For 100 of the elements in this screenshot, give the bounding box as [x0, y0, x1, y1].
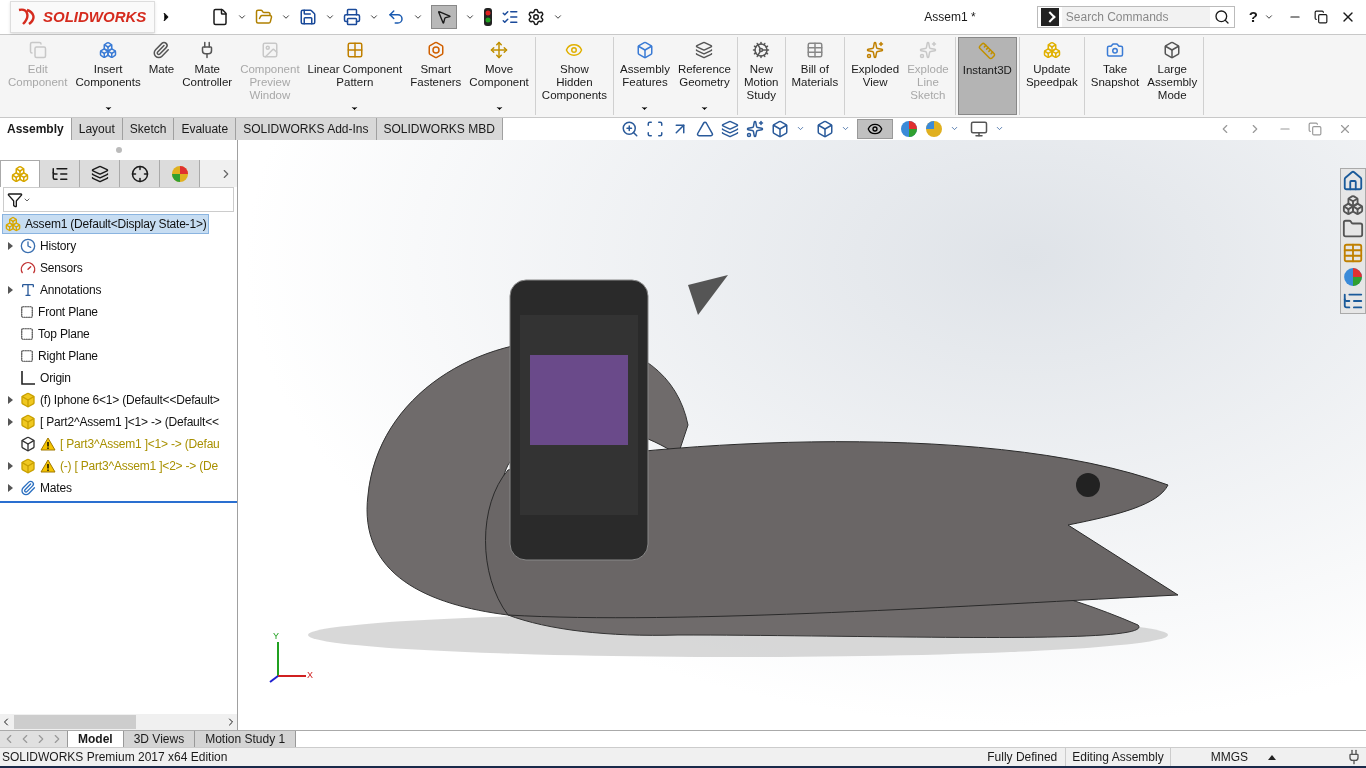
command-tab[interactable]: Layout: [71, 118, 123, 140]
save-icon[interactable]: [299, 8, 317, 26]
ribbon-button[interactable]: Take Snapshot: [1086, 37, 1144, 115]
zoom-to-fit-icon[interactable]: [620, 119, 639, 138]
display-style-icon[interactable]: [815, 119, 834, 138]
search-icon[interactable]: [1213, 9, 1230, 25]
appearance-icon[interactable]: [899, 119, 918, 138]
configuration-icon: [90, 164, 109, 183]
view-monitor-icon[interactable]: [969, 119, 988, 138]
expand-arrow-icon[interactable]: [7, 286, 13, 294]
ribbon-button[interactable]: Show Hidden Components: [537, 37, 612, 115]
tree-item[interactable]: Assem1 (Default<Display State-1>): [2, 214, 210, 234]
select-tool-button[interactable]: [431, 5, 457, 29]
home-icon[interactable]: [1342, 170, 1364, 192]
ribbon-tool-icon: [1042, 41, 1061, 59]
model-tab[interactable]: Motion Study 1: [195, 731, 297, 747]
list-options-icon[interactable]: [501, 8, 519, 26]
status-edition-text: SOLIDWORKS Premium 2017 x64 Edition: [2, 749, 228, 766]
tree-item[interactable]: Top Plane: [20, 324, 92, 344]
command-tab[interactable]: Sketch: [122, 118, 175, 140]
filter-icon[interactable]: [7, 191, 23, 208]
dimxpert-tab[interactable]: [120, 160, 160, 187]
ribbon-tool-icon: [28, 41, 47, 59]
ribbon-button[interactable]: Assembly Features: [616, 37, 674, 115]
origin-axes-icon: [20, 370, 36, 386]
view-orientation-icon[interactable]: [770, 119, 789, 138]
ribbon-button[interactable]: Insert Components: [71, 37, 145, 115]
expand-arrow-icon[interactable]: [7, 484, 13, 492]
ribbon-tool-icon: [1106, 41, 1124, 59]
ribbon-button[interactable]: Linear Component Pattern: [303, 37, 407, 115]
tree-item[interactable]: [ Part2^Assem1 ]<1> -> (Default<<: [20, 412, 221, 432]
tree-item[interactable]: Sensors: [20, 258, 85, 278]
tree-item[interactable]: Right Plane: [20, 346, 100, 366]
caret-icon[interactable]: [640, 104, 650, 113]
app-logo[interactable]: SOLIDWORKS: [10, 1, 155, 33]
traffic-light-icon[interactable]: [483, 8, 493, 26]
ribbon-button[interactable]: New Motion Study: [739, 37, 783, 115]
hide-show-button[interactable]: [856, 118, 893, 139]
ribbon-tool-icon: [866, 41, 885, 59]
annotation-folder-icon: [20, 282, 36, 298]
configuration-tab[interactable]: [80, 160, 120, 187]
tree-item[interactable]: (f) Iphone 6<1> (Default<<Default>: [20, 390, 222, 410]
new-document-icon[interactable]: [211, 8, 229, 26]
undo-icon[interactable]: [387, 8, 405, 26]
plane-icon: [20, 304, 34, 320]
zoom-area-icon[interactable]: [645, 119, 664, 138]
assembly-icon: [5, 216, 21, 232]
expand-arrow-icon[interactable]: [7, 242, 13, 250]
command-tab[interactable]: SOLIDWORKS MBD: [376, 118, 503, 140]
file-explorer-icon[interactable]: [1342, 218, 1364, 240]
expand-arrow-icon[interactable]: [7, 396, 13, 404]
command-tab[interactable]: SOLIDWORKS Add-Ins: [236, 118, 377, 140]
tree-item[interactable]: Origin: [20, 368, 73, 388]
logo-text: SOLIDWORKS: [43, 6, 147, 27]
restore-icon[interactable]: [1314, 10, 1328, 24]
expand-arrow-icon[interactable]: [7, 418, 13, 426]
model-tab[interactable]: 3D Views: [123, 731, 196, 747]
appearance-icon[interactable]: [1343, 267, 1363, 287]
caret-icon[interactable]: [494, 104, 504, 113]
settings-icon[interactable]: [527, 8, 545, 26]
part-icon: [20, 458, 36, 474]
caret-icon[interactable]: [699, 104, 709, 113]
help-button[interactable]: ?: [1248, 5, 1258, 29]
ribbon-tool-icon: [345, 41, 364, 59]
ribbon-button[interactable]: Mate: [144, 37, 179, 115]
printer-icon[interactable]: [343, 8, 361, 26]
ribbon-button[interactable]: Mate Controller: [178, 37, 237, 115]
ribbon-tool-icon: [565, 41, 584, 59]
caret-icon[interactable]: [103, 104, 113, 113]
scrollbar-thumb[interactable]: [14, 715, 136, 729]
property-tab[interactable]: [40, 160, 80, 187]
ribbon-button[interactable]: Exploded View: [847, 37, 904, 115]
status-state-text: Fully Defined: [987, 748, 1067, 766]
tree-item[interactable]: Mates: [20, 478, 74, 498]
tree-item[interactable]: Annotations: [20, 280, 104, 300]
expand-arrow-icon[interactable]: [7, 462, 13, 470]
sensor-folder-icon: [20, 260, 36, 276]
ribbon-button[interactable]: Move Component: [465, 37, 533, 115]
command-tab[interactable]: Evaluate: [174, 118, 237, 140]
ribbon-button[interactable]: Instant3D: [957, 37, 1017, 115]
history-folder-icon: [20, 238, 36, 254]
tree-item[interactable]: Front Plane: [20, 302, 100, 322]
tree-item[interactable]: History: [20, 236, 78, 256]
ribbon-button[interactable]: Large Assembly Mode: [1143, 37, 1202, 115]
ribbon-tool-icon: [978, 42, 997, 60]
status-units-text[interactable]: MMGS: [1210, 748, 1248, 766]
search-field[interactable]: Search Commands: [1036, 6, 1235, 28]
ribbon-button[interactable]: Smart Fasteners: [406, 37, 466, 115]
scene-icon[interactable]: [924, 119, 943, 138]
panel-grip-icon[interactable]: [115, 147, 122, 153]
crosshair-icon: [130, 164, 149, 183]
open-folder-icon[interactable]: [255, 8, 273, 26]
caret-icon[interactable]: [350, 104, 360, 113]
warning-icon: [40, 437, 56, 451]
ribbon-tool-icon: [99, 41, 118, 59]
ribbon-button[interactable]: Bill of Materials: [787, 37, 843, 115]
ribbon-button[interactable]: Update Speedpak: [1021, 37, 1082, 115]
ribbon-button[interactable]: Reference Geometry: [673, 37, 735, 115]
units-up-arrow-icon[interactable]: [1268, 754, 1276, 760]
part-outline-icon: [20, 436, 36, 452]
